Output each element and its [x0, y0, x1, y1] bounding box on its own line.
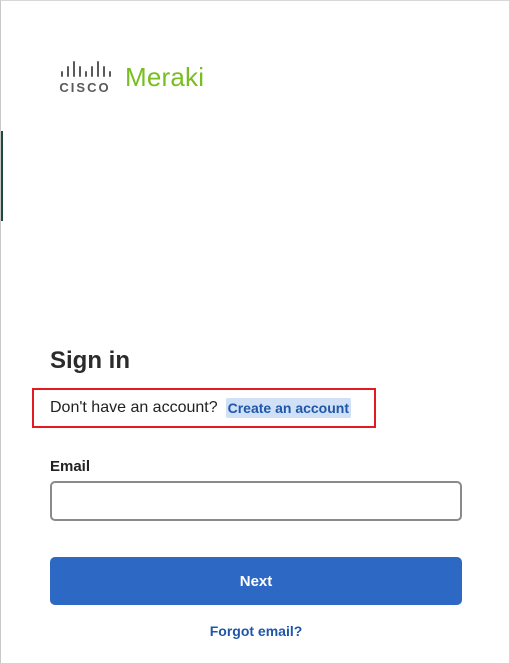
no-account-text: Don't have an account? [50, 399, 218, 416]
email-label: Email [50, 458, 91, 475]
cisco-logo: CISCO [59, 60, 111, 95]
cisco-bars-icon [61, 60, 111, 77]
meraki-wordmark: Meraki [125, 62, 205, 92]
create-account-prompt: Don't have an account? Create an account [32, 388, 376, 428]
cisco-wordmark: CISCO [59, 79, 111, 95]
sign-in-page: CISCO Meraki Sign in Don't have an accou… [0, 0, 510, 663]
window-edge-strip [1, 131, 3, 221]
next-button[interactable]: Next [50, 557, 462, 605]
create-account-link[interactable]: Create an account [225, 398, 351, 418]
email-field[interactable] [50, 481, 462, 521]
page-title: Sign in [50, 347, 130, 374]
forgot-email-link[interactable]: Forgot email? [1, 623, 510, 639]
cisco-meraki-logo: CISCO Meraki [59, 59, 204, 95]
